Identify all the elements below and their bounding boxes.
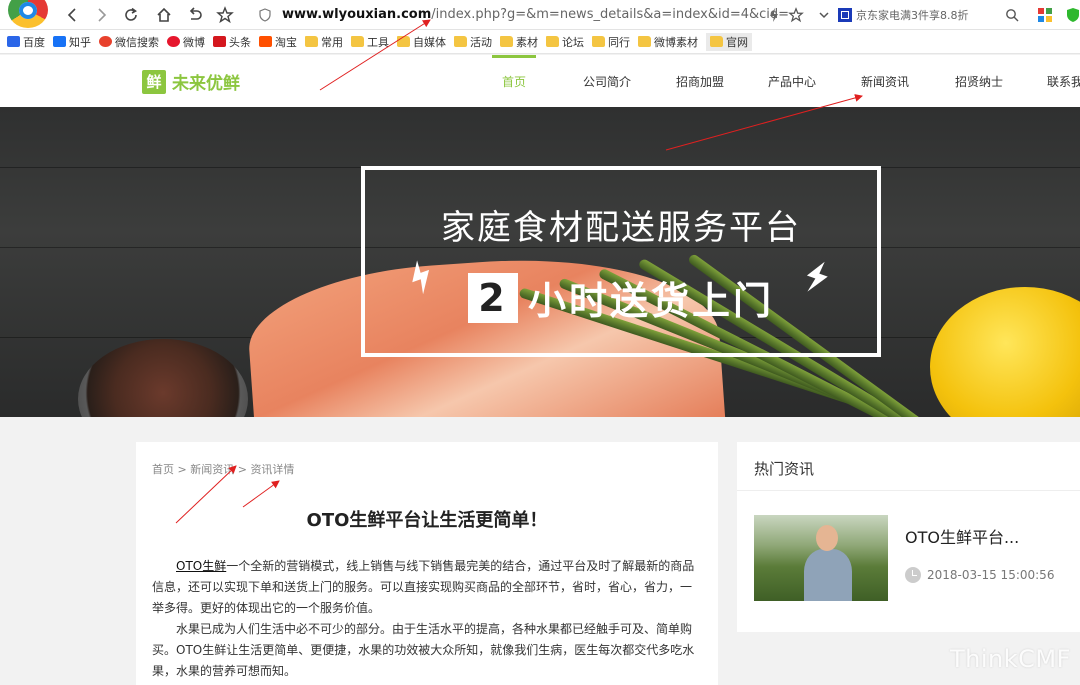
- bookmarks-bar: 百度 知乎 微信搜索 微博 头条 淘宝 常用 工具 自媒体 活动 素材 论坛 同…: [0, 30, 1080, 54]
- nav-home[interactable]: 首页: [491, 55, 537, 107]
- bookmark-item[interactable]: 百度: [7, 34, 45, 50]
- sidebar-title: 热门资讯: [754, 460, 815, 478]
- folder-icon: [397, 36, 410, 47]
- breadcrumb-home[interactable]: 首页: [152, 463, 174, 476]
- bookmark-folder[interactable]: 官网: [706, 32, 752, 51]
- breadcrumb: 首页 > 新闻资讯 > 资讯详情: [152, 463, 295, 476]
- lightning-icon: [806, 261, 828, 292]
- toutiao-icon: [213, 36, 226, 47]
- pepper-bowl-image: [78, 339, 248, 417]
- weibo-icon: [167, 36, 180, 47]
- banner-hours-number: 2: [467, 272, 518, 323]
- keyword-link[interactable]: OTO生鲜: [176, 559, 226, 573]
- folder-icon: [351, 36, 364, 47]
- hero-banner: 家庭食材配送服务平台 2 小时送货上门: [0, 107, 1080, 417]
- security-shield-icon: [259, 7, 271, 22]
- watermark: ThinkCMF: [950, 645, 1071, 673]
- browser-toolbar: www.wlyouxian.com/index.php?g=&m=news_de…: [0, 0, 1080, 30]
- hot-news-sidebar: 热门资讯 OTO生鲜平台... 2018-03-15 15:00:56: [737, 442, 1080, 632]
- article-paragraph: OTO生鲜一个全新的营销模式，线上销售与线下销售最完美的结合，通过平台及时了解最…: [152, 559, 695, 615]
- search-icon[interactable]: [1005, 4, 1019, 26]
- taobao-icon: [259, 36, 272, 47]
- hot-item-time-text: 2018-03-15 15:00:56: [927, 568, 1055, 582]
- bookmark-folder[interactable]: 微博素材: [638, 34, 698, 50]
- folder-icon: [546, 36, 559, 47]
- back-icon[interactable]: [62, 4, 84, 26]
- nav-contact[interactable]: 联系我: [1047, 55, 1080, 107]
- undo-close-icon[interactable]: [184, 4, 206, 26]
- folder-icon: [305, 36, 318, 47]
- folder-icon: [592, 36, 605, 47]
- search-engine-icon: [838, 7, 852, 22]
- lemon-image: [930, 287, 1080, 417]
- article-title: OTO生鲜平台让生活更简单！: [306, 510, 548, 531]
- farmer-head: [816, 525, 838, 551]
- logo-mark: 鲜: [142, 69, 166, 94]
- bookmark-folder[interactable]: 自媒体: [397, 34, 446, 50]
- banner-subtitle: 2 小时送货上门: [365, 270, 877, 325]
- hot-item-thumbnail[interactable]: [754, 515, 888, 601]
- forward-icon[interactable]: [90, 4, 112, 26]
- search-suggestion-box[interactable]: 京东家电满3件享8.8折: [838, 2, 1028, 27]
- url-host: www.wlyouxian.com: [282, 7, 432, 22]
- article-paragraph: 水果已成为人们生活中必不可少的部分。由于生活水平的提高，各种水果都已经触手可及、…: [152, 622, 695, 678]
- folder-icon: [454, 36, 467, 47]
- bookmark-folder[interactable]: 同行: [592, 34, 630, 50]
- hot-item-title[interactable]: OTO生鲜平台...: [905, 524, 1019, 548]
- favorite-star-icon[interactable]: [214, 4, 236, 26]
- browser-logo-icon[interactable]: [8, 0, 48, 28]
- bookmark-item[interactable]: 头条: [213, 34, 251, 50]
- banner-title: 家庭食材配送服务平台: [441, 208, 801, 248]
- article-card: 首页 > 新闻资讯 > 资讯详情 OTO生鲜平台让生活更简单！ OTO生鲜一个全…: [136, 442, 718, 685]
- sidebar-divider: [737, 490, 1080, 491]
- site-logo[interactable]: 鲜 未来优鲜: [142, 69, 240, 94]
- nav-news[interactable]: 新闻资讯: [861, 55, 909, 107]
- banner-frame: 家庭食材配送服务平台 2 小时送货上门: [361, 166, 881, 357]
- logo-text: 未来优鲜: [172, 74, 240, 94]
- sogou-icon: [99, 36, 112, 47]
- bookmark-folder[interactable]: 工具: [351, 34, 389, 50]
- clock-icon: [905, 567, 921, 583]
- breadcrumb-current: 资讯详情: [250, 463, 295, 476]
- search-suggestion-text: 京东家电满3件享8.8折: [856, 8, 969, 22]
- zhihu-icon: [53, 36, 66, 47]
- hot-item-time: 2018-03-15 15:00:56: [905, 567, 1054, 583]
- baidu-icon: [7, 36, 20, 47]
- bookmark-folder[interactable]: 活动: [454, 34, 492, 50]
- folder-icon: [500, 36, 513, 47]
- reload-icon[interactable]: [120, 4, 142, 26]
- nav-company[interactable]: 公司简介: [583, 55, 631, 107]
- bookmark-item[interactable]: 知乎: [53, 34, 91, 50]
- banner-subtitle-text: 小时送货上门: [527, 279, 774, 323]
- dropdown-chevron-icon[interactable]: [818, 4, 830, 26]
- bookmark-folder[interactable]: 常用: [305, 34, 343, 50]
- breadcrumb-news[interactable]: 新闻资讯: [190, 463, 234, 476]
- bookmark-star-icon[interactable]: [788, 4, 804, 26]
- bookmark-item[interactable]: 微博: [167, 34, 205, 50]
- url-path: /index.php?g=&m=news_details&a=index&id=…: [431, 7, 790, 22]
- shield-extension-icon[interactable]: [1066, 4, 1080, 26]
- folder-icon: [710, 36, 723, 47]
- address-bar[interactable]: www.wlyouxian.com/index.php?g=&m=news_de…: [252, 2, 810, 27]
- bookmark-item[interactable]: 微信搜索: [99, 34, 159, 50]
- site-header: 鲜 未来优鲜 首页 公司简介 招商加盟 产品中心 新闻资讯 招贤纳士 联系我: [0, 55, 1080, 107]
- nav-careers[interactable]: 招贤纳士: [955, 55, 1003, 107]
- folder-icon: [638, 36, 651, 47]
- article-body: OTO生鲜一个全新的营销模式，线上销售与线下销售最完美的结合，通过平台及时了解最…: [152, 556, 702, 682]
- farmer-figure: [804, 549, 852, 601]
- nav-products[interactable]: 产品中心: [768, 55, 816, 107]
- flash-icon[interactable]: [768, 4, 780, 26]
- screenshot-root: www.wlyouxian.com/index.php?g=&m=news_de…: [0, 0, 1080, 685]
- home-icon[interactable]: [153, 4, 175, 26]
- bookmark-folder[interactable]: 素材: [500, 34, 538, 50]
- bookmark-folder[interactable]: 论坛: [546, 34, 584, 50]
- nav-franchise[interactable]: 招商加盟: [676, 55, 724, 107]
- apps-grid-icon[interactable]: [1037, 4, 1053, 26]
- bookmark-item[interactable]: 淘宝: [259, 34, 297, 50]
